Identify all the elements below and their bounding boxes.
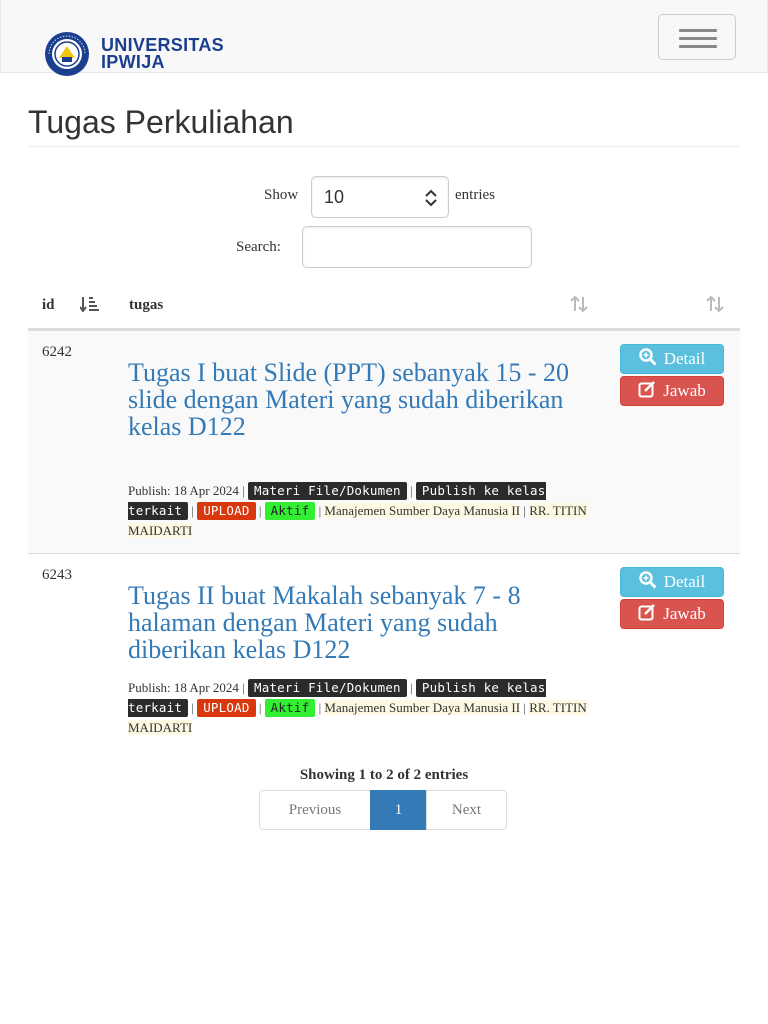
publish-date: Publish: 18 Apr 2024 bbox=[128, 483, 239, 498]
sort-icon[interactable] bbox=[570, 295, 588, 317]
task-title-link[interactable]: Tugas I buat Slide (PPT) sebanyak 15 - 2… bbox=[128, 359, 598, 440]
select-arrows-icon bbox=[424, 189, 438, 212]
jawab-label: Jawab bbox=[663, 604, 706, 623]
task-meta: Publish: 18 Apr 2024 | Materi File/Dokum… bbox=[128, 482, 587, 538]
search-input[interactable] bbox=[313, 232, 527, 264]
page-title: Tugas Perkuliahan bbox=[28, 104, 294, 140]
show-label: Show bbox=[264, 187, 299, 203]
edit-icon bbox=[638, 380, 656, 403]
menu-toggle-button[interactable] bbox=[658, 14, 736, 60]
row-id: 6243 bbox=[42, 567, 72, 583]
table-row: 6243 Tugas II buat Makalah sebanyak 7 - … bbox=[28, 553, 740, 754]
page-length-select[interactable]: 10 bbox=[311, 176, 449, 218]
page-1-button[interactable]: 1 bbox=[370, 790, 427, 830]
type-badge: Materi File/Dokumen bbox=[247, 679, 407, 697]
edit-icon bbox=[638, 603, 656, 626]
upload-badge: UPLOAD bbox=[197, 699, 256, 717]
title-divider bbox=[28, 146, 740, 147]
entries-label: entries bbox=[455, 187, 495, 203]
next-page-button[interactable]: Next bbox=[426, 790, 507, 830]
university-name[interactable]: UNIVERSITAS IPWIJA bbox=[101, 36, 224, 72]
jawab-label: Jawab bbox=[663, 381, 706, 400]
jawab-button[interactable]: Jawab bbox=[620, 599, 724, 629]
status-badge: Aktif bbox=[264, 502, 316, 520]
upload-badge: UPLOAD bbox=[197, 502, 256, 520]
search-label: Search: bbox=[236, 239, 281, 255]
university-logo[interactable] bbox=[37, 30, 97, 78]
table-info: Showing 1 to 2 of 2 entries bbox=[299, 767, 469, 783]
page-length-value: 10 bbox=[324, 187, 345, 207]
sort-icon[interactable] bbox=[706, 295, 724, 317]
publish-date: Publish: 18 Apr 2024 bbox=[128, 680, 239, 695]
detail-label: Detail bbox=[663, 572, 706, 591]
sort-desc-icon[interactable] bbox=[79, 296, 100, 317]
search-box[interactable] bbox=[302, 226, 532, 268]
jawab-button[interactable]: Jawab bbox=[620, 376, 724, 406]
search-icon bbox=[638, 347, 657, 371]
task-meta: Publish: 18 Apr 2024 | Materi File/Dokum… bbox=[128, 679, 587, 735]
status-badge: Aktif bbox=[264, 699, 316, 717]
brand-line2: IPWIJA bbox=[101, 52, 165, 72]
course-name: Manajemen Sumber Daya Manusia II bbox=[324, 503, 521, 518]
course-name: Manajemen Sumber Daya Manusia II bbox=[324, 700, 521, 715]
detail-label: Detail bbox=[663, 349, 706, 368]
column-header-id[interactable]: id bbox=[42, 297, 55, 314]
search-icon bbox=[638, 570, 657, 594]
task-title-link[interactable]: Tugas II buat Makalah sebanyak 7 - 8 hal… bbox=[128, 582, 598, 663]
navbar: UNIVERSITAS IPWIJA bbox=[0, 0, 768, 76]
pagination: Previous 1 Next bbox=[259, 790, 507, 830]
table-row: 6242 Tugas I buat Slide (PPT) sebanyak 1… bbox=[28, 331, 740, 553]
column-header-tugas[interactable]: tugas bbox=[129, 297, 163, 314]
previous-page-button[interactable]: Previous bbox=[259, 790, 371, 830]
detail-button[interactable]: Detail bbox=[620, 567, 724, 597]
row-id: 6242 bbox=[42, 344, 72, 360]
detail-button[interactable]: Detail bbox=[620, 344, 724, 374]
type-badge: Materi File/Dokumen bbox=[247, 482, 407, 500]
